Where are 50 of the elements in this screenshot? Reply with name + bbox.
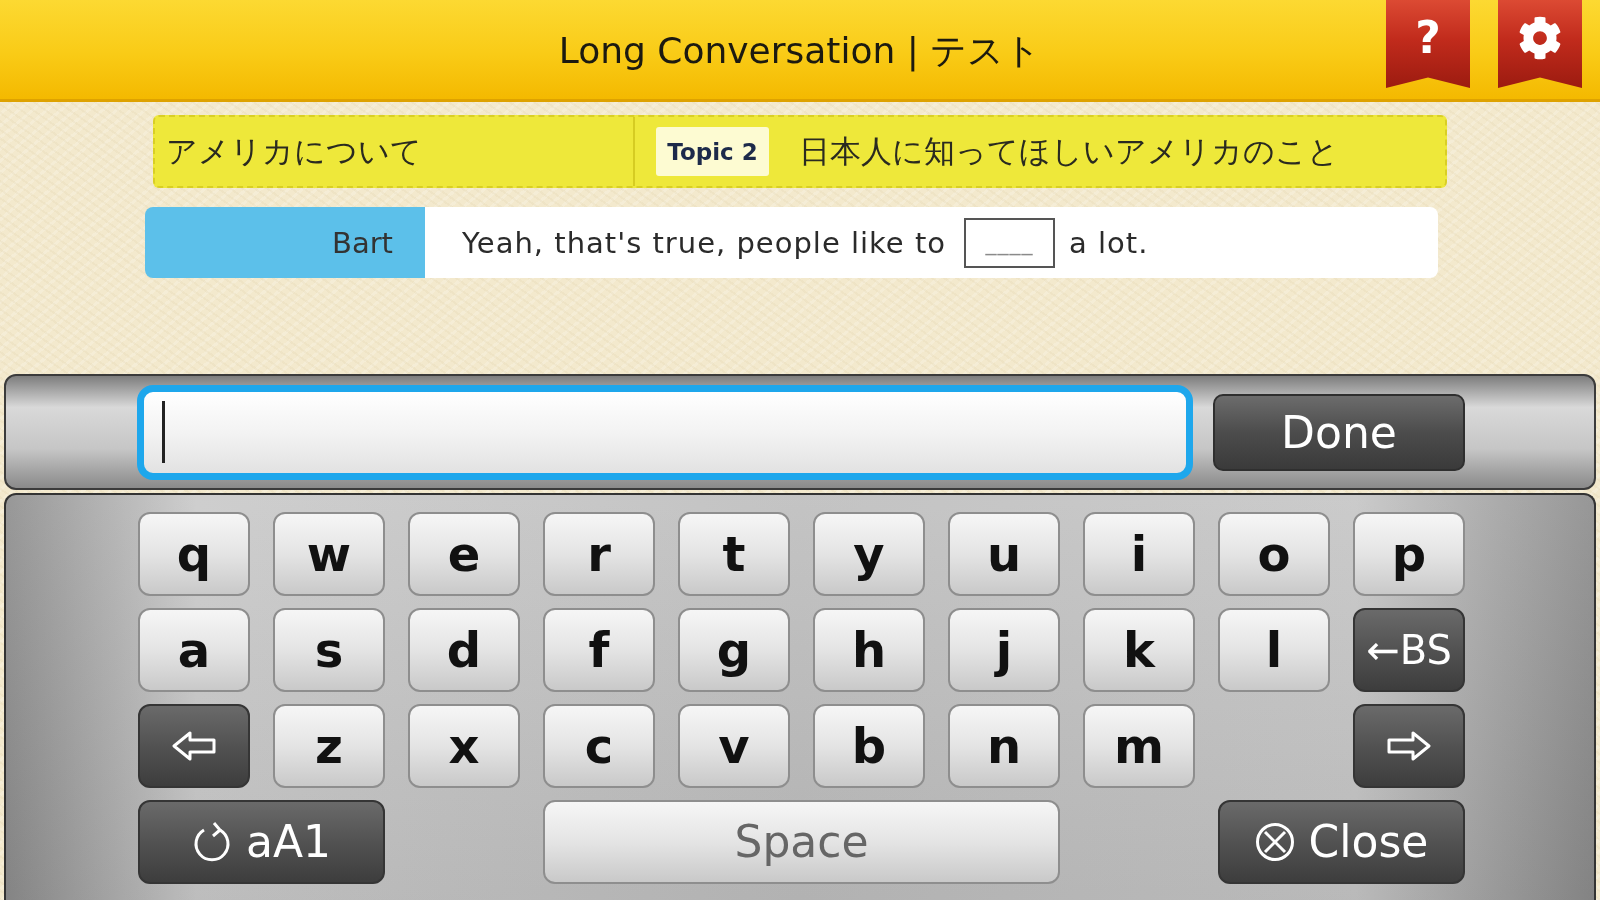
letter-key[interactable]: g bbox=[678, 608, 790, 692]
sentence-text: Yeah, that's true, people like to bbox=[462, 225, 946, 260]
letter-key[interactable]: i bbox=[1083, 512, 1195, 596]
letter-key[interactable]: t bbox=[678, 512, 790, 596]
letter-key[interactable]: r bbox=[543, 512, 655, 596]
letter-key[interactable]: s bbox=[273, 608, 385, 692]
letter-key[interactable]: b bbox=[813, 704, 925, 788]
letter-key[interactable]: f bbox=[543, 608, 655, 692]
left-arrow-icon bbox=[172, 731, 216, 761]
letter-key[interactable]: x bbox=[408, 704, 520, 788]
circled-x-icon bbox=[1254, 822, 1295, 862]
letter-key[interactable]: z bbox=[273, 704, 385, 788]
letter-key[interactable]: h bbox=[813, 608, 925, 692]
answer-input-field[interactable] bbox=[137, 384, 1193, 480]
circular-arrow-icon bbox=[191, 821, 232, 863]
answer-blank: ____ bbox=[964, 217, 1055, 268]
letter-key[interactable]: j bbox=[948, 608, 1060, 692]
backspace-key[interactable]: ←BS bbox=[1353, 608, 1465, 692]
done-button[interactable]: Done bbox=[1213, 393, 1465, 471]
right-arrow-icon bbox=[1387, 731, 1431, 761]
settings-button[interactable] bbox=[1498, 0, 1582, 88]
help-button[interactable]: ? bbox=[1386, 0, 1470, 88]
sentence-text: a lot. bbox=[1069, 225, 1149, 260]
letter-key[interactable]: y bbox=[813, 512, 925, 596]
letter-key[interactable]: m bbox=[1083, 704, 1195, 788]
input-mode-key[interactable]: aA1 bbox=[138, 800, 385, 884]
topic-number-badge: Topic 2 bbox=[656, 127, 769, 176]
settings-icon bbox=[1518, 16, 1562, 60]
close-key[interactable]: Close bbox=[1218, 800, 1465, 884]
category-label: アメリカについて bbox=[155, 117, 635, 186]
letter-key[interactable]: v bbox=[678, 704, 790, 788]
topic-title: 日本人に知ってほしいアメリカのこと bbox=[799, 131, 1339, 171]
letter-key[interactable]: a bbox=[138, 608, 250, 692]
letter-key[interactable]: k bbox=[1083, 608, 1195, 692]
cursor-left-key[interactable] bbox=[138, 704, 250, 788]
letter-key[interactable]: p bbox=[1353, 512, 1465, 596]
letter-key[interactable]: d bbox=[408, 608, 520, 692]
letter-key[interactable]: c bbox=[543, 704, 655, 788]
speaker-name: Bart bbox=[145, 207, 425, 278]
space-key[interactable]: Space bbox=[543, 800, 1060, 884]
letter-key[interactable]: o bbox=[1218, 512, 1330, 596]
letter-key[interactable]: q bbox=[138, 512, 250, 596]
letter-key[interactable]: u bbox=[948, 512, 1060, 596]
letter-key[interactable]: n bbox=[948, 704, 1060, 788]
letter-key[interactable]: w bbox=[273, 512, 385, 596]
page-title: Long Conversation | テスト bbox=[558, 29, 1042, 74]
text-cursor-icon bbox=[162, 401, 165, 463]
letter-key[interactable]: l bbox=[1218, 608, 1330, 692]
cursor-right-key[interactable] bbox=[1353, 704, 1465, 788]
letter-key[interactable]: e bbox=[408, 512, 520, 596]
